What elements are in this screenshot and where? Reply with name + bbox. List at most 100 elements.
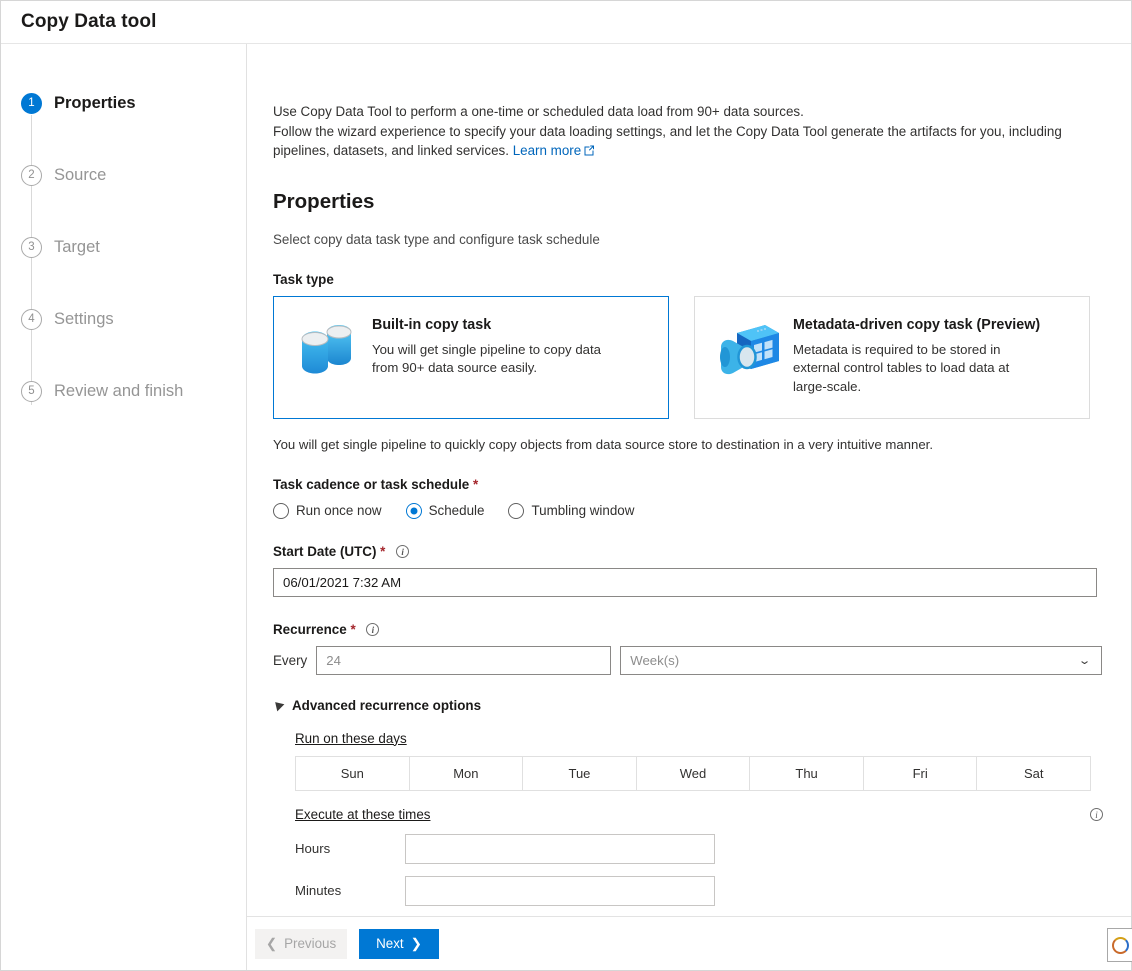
- radio-run-once-now[interactable]: Run once now: [273, 502, 382, 519]
- intro-paragraph: Use Copy Data Tool to perform a one-time…: [273, 102, 1103, 162]
- info-icon[interactable]: i: [366, 622, 380, 636]
- page-subtitle: Select copy data task type and configure…: [273, 231, 600, 247]
- step-number-badge: 4: [21, 308, 42, 330]
- day-cell-wed[interactable]: Wed: [637, 756, 751, 790]
- chevron-down-icon: ⌄: [1077, 654, 1092, 667]
- execute-at-these-times-link[interactable]: Execute at these times: [295, 807, 430, 822]
- task-cadence-radio-group: Run once now Schedule Tumbling window: [273, 502, 1103, 519]
- feedback-smiley-icon: [1112, 936, 1129, 954]
- sidebar-step-label: Target: [54, 237, 100, 256]
- task-type-helper-text: You will get single pipeline to quickly …: [273, 436, 933, 452]
- info-icon[interactable]: i: [1090, 807, 1103, 821]
- recurrence-unit-value: Week(s): [630, 652, 680, 668]
- hours-label: Hours: [295, 841, 331, 856]
- day-cell-fri[interactable]: Fri: [864, 756, 978, 790]
- sidebar-step-label: Source: [54, 165, 107, 184]
- chevron-right-icon: ❯: [410, 935, 422, 951]
- hours-input[interactable]: [405, 833, 715, 864]
- task-cadence-label-text: Task cadence or task schedule: [273, 476, 470, 492]
- start-date-label-text: Start Date (UTC): [273, 543, 377, 559]
- radio-schedule[interactable]: Schedule: [405, 502, 485, 519]
- triangle-expanded-icon: [271, 698, 285, 712]
- radio-label: Schedule: [428, 503, 485, 518]
- day-cell-tue[interactable]: Tue: [523, 756, 637, 790]
- start-date-label: Start Date (UTC) * i: [273, 544, 1103, 559]
- every-label: Every: [273, 652, 308, 668]
- wizard-footer: ❮ Previous Next ❯: [247, 916, 1132, 970]
- window-titlebar: Copy Data tool: [1, 1, 1131, 44]
- radio-dot: [508, 502, 525, 519]
- advanced-recurrence-options-toggle[interactable]: Advanced recurrence options: [271, 697, 1103, 713]
- feedback-button[interactable]: [1107, 928, 1132, 962]
- radio-tumbling-window[interactable]: Tumbling window: [508, 502, 635, 519]
- sidebar-step-label: Settings: [54, 309, 114, 328]
- recurrence-row: Every 24 Week(s) ⌄: [273, 645, 1103, 675]
- radio-dot: [405, 502, 422, 519]
- metadata-table-magnifier-icon: [711, 315, 785, 385]
- radio-dot: [273, 502, 289, 519]
- sidebar-step-settings[interactable]: 4 Settings: [1, 283, 246, 355]
- required-marker: *: [350, 621, 356, 637]
- sidebar-step-review-and-finish[interactable]: 5 Review and finish: [1, 355, 246, 427]
- start-date-input[interactable]: 06/01/2021 7:32 AM: [273, 567, 1097, 597]
- window-title: Copy Data tool: [21, 11, 157, 32]
- next-button[interactable]: Next ❯: [359, 928, 439, 959]
- recurrence-interval-input[interactable]: 24: [316, 645, 612, 675]
- sidebar-step-target[interactable]: 3 Target: [1, 211, 246, 283]
- day-cell-sat[interactable]: Sat: [977, 757, 1090, 790]
- advanced-toggle-label: Advanced recurrence options: [292, 697, 482, 713]
- minutes-label: Minutes: [295, 883, 342, 898]
- task-type-card-built-in-copy-task[interactable]: Built-in copy task You will get single p…: [273, 295, 669, 419]
- page-title: Properties: [273, 189, 375, 213]
- step-number-badge: 3: [21, 236, 42, 258]
- day-cell-mon[interactable]: Mon: [410, 756, 524, 790]
- chevron-left-icon: ❮: [265, 935, 278, 951]
- main-panel: Use Copy Data Tool to perform a one-time…: [247, 44, 1132, 970]
- previous-button-label: Previous: [284, 936, 337, 951]
- recurrence-unit-select[interactable]: Week(s) ⌄: [620, 645, 1103, 675]
- task-type-label: Task type: [273, 271, 334, 287]
- step-number-badge: 5: [21, 380, 42, 402]
- day-cell-thu[interactable]: Thu: [750, 756, 864, 790]
- copy-data-tool-window: Copy Data tool 1 Properties 2 Source 3 T…: [0, 0, 1132, 971]
- required-marker: *: [380, 543, 386, 559]
- external-link-icon: [583, 142, 595, 162]
- sidebar-step-label: Properties: [54, 93, 136, 112]
- intro-line-1: Use Copy Data Tool to perform a one-time…: [273, 104, 804, 119]
- run-on-these-days-link[interactable]: Run on these days: [295, 731, 407, 746]
- previous-button[interactable]: ❮ Previous: [255, 928, 347, 959]
- recurrence-label: Recurrence * i: [273, 622, 1103, 637]
- database-cylinders-icon: [290, 315, 364, 385]
- sidebar-step-source[interactable]: 2 Source: [1, 139, 246, 211]
- day-cell-sun[interactable]: Sun: [296, 756, 410, 790]
- sidebar-step-properties[interactable]: 1 Properties: [1, 67, 246, 139]
- step-number-badge: 1: [21, 92, 42, 114]
- required-marker: *: [472, 476, 479, 492]
- card-body: Built-in copy task You will get single p…: [372, 315, 622, 378]
- card-title: Metadata-driven copy task (Preview): [793, 316, 1041, 333]
- task-type-card-group: Built-in copy task You will get single p…: [273, 295, 1103, 419]
- info-icon[interactable]: i: [396, 544, 410, 558]
- recurrence-label-text: Recurrence: [273, 621, 347, 637]
- task-type-card-metadata-driven-copy-task[interactable]: Metadata-driven copy task (Preview) Meta…: [694, 295, 1090, 419]
- intro-line-2: Follow the wizard experience to specify …: [273, 123, 1062, 139]
- radio-label: Tumbling window: [531, 503, 635, 518]
- window-body: 1 Properties 2 Source 3 Target 4 Setting…: [1, 44, 1132, 970]
- hours-field: Hours: [295, 833, 1103, 864]
- run-on-days-grid: Sun Mon Tue Wed Thu Fri Sat: [295, 755, 1091, 791]
- minutes-input[interactable]: [405, 875, 715, 906]
- main-content: Use Copy Data Tool to perform a one-time…: [247, 44, 1131, 916]
- execute-at-these-times-row: Execute at these times i: [295, 807, 1103, 822]
- next-button-label: Next: [376, 936, 404, 951]
- radio-label: Run once now: [296, 503, 382, 518]
- minutes-field: Minutes: [295, 875, 1103, 906]
- learn-more-link[interactable]: Learn more: [513, 143, 581, 158]
- intro-line-3: pipelines, datasets, and linked services…: [273, 143, 509, 158]
- card-description: You will get single pipeline to copy dat…: [372, 341, 601, 376]
- task-cadence-label: Task cadence or task schedule *: [273, 477, 1103, 492]
- wizard-sidebar: 1 Properties 2 Source 3 Target 4 Setting…: [1, 44, 247, 970]
- step-number-badge: 2: [21, 164, 42, 186]
- sidebar-step-label: Review and finish: [54, 381, 184, 400]
- wizard-steps: 1 Properties 2 Source 3 Target 4 Setting…: [1, 67, 246, 427]
- card-body: Metadata-driven copy task (Preview) Meta…: [793, 315, 1043, 397]
